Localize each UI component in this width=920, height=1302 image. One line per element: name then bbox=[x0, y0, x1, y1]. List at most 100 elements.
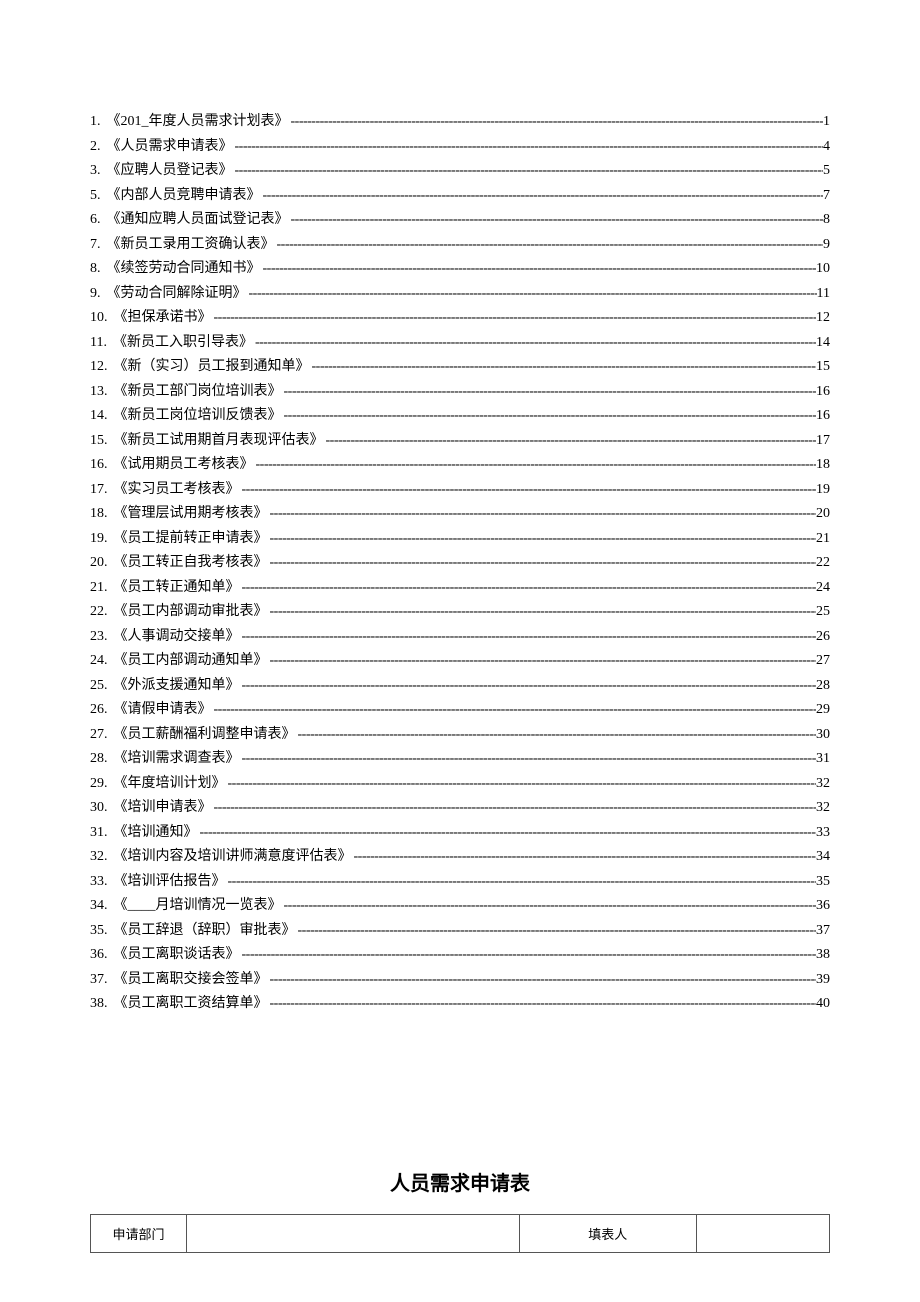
toc-item-number: 37. bbox=[90, 968, 108, 993]
toc-item-number: 32. bbox=[90, 845, 108, 870]
toc-leader-line bbox=[282, 404, 817, 429]
toc-item-page: 22 bbox=[816, 551, 830, 576]
toc-item: 22.《员工内部调动审批表》25 bbox=[90, 600, 830, 625]
toc-leader-line bbox=[240, 576, 817, 601]
toc-leader-line bbox=[268, 992, 817, 1017]
toc-item: 35.《员工辞退（辞职）审批表》37 bbox=[90, 919, 830, 944]
toc-item-number: 20. bbox=[90, 551, 108, 576]
toc-item-page: 28 bbox=[816, 674, 830, 699]
toc-item-page: 34 bbox=[816, 845, 830, 870]
toc-item: 12. 《新（实习）员工报到通知单》 15 bbox=[90, 355, 830, 380]
toc-item-title: 《人员需求申请表》 bbox=[107, 135, 233, 160]
toc-item-number: 12. bbox=[90, 355, 108, 380]
toc-item-number: 3. bbox=[90, 159, 101, 184]
toc-leader-line bbox=[268, 502, 817, 527]
toc-leader-line bbox=[282, 380, 817, 405]
toc-item-title: 《新员工试用期首月表现评估表》 bbox=[114, 429, 324, 454]
toc-item-title: 《培训评估报告》 bbox=[114, 870, 226, 895]
toc-leader-line bbox=[289, 208, 824, 233]
toc-item-title: 《员工转正自我考核表》 bbox=[114, 551, 268, 576]
toc-item-page: 31 bbox=[816, 747, 830, 772]
toc-item-title: 《新员工入职引导表》 bbox=[113, 331, 253, 356]
toc-item-page: 5 bbox=[823, 159, 830, 184]
toc-item-title: 《员工辞退（辞职）审批表》 bbox=[114, 919, 296, 944]
toc-item-number: 19. bbox=[90, 527, 108, 552]
toc-item-title: 《员工转正通知单》 bbox=[114, 576, 240, 601]
toc-item-number: 34. bbox=[90, 894, 108, 919]
toc-item-number: 5. bbox=[90, 184, 101, 209]
toc-item: 8.《续签劳动合同通知书》10 bbox=[90, 257, 830, 282]
toc-leader-line bbox=[310, 355, 817, 380]
toc-item: 3.《应聘人员登记表》5 bbox=[90, 159, 830, 184]
toc-item: 17.《实习员工考核表》19 bbox=[90, 478, 830, 503]
toc-item-title: 《新（实习）员工报到通知单》 bbox=[114, 355, 310, 380]
toc-item-number: 24. bbox=[90, 649, 108, 674]
toc-item-page: 24 bbox=[816, 576, 830, 601]
toc-item: 10.《担保承诺书》12 bbox=[90, 306, 830, 331]
toc-leader-line bbox=[261, 257, 817, 282]
toc-item: 33.《培训评估报告》35 bbox=[90, 870, 830, 895]
toc-leader-line bbox=[240, 478, 817, 503]
toc-item-title: 《员工薪酬福利调整申请表》 bbox=[114, 723, 296, 748]
toc-item-title: 《201_年度人员需求计划表》 bbox=[107, 110, 289, 135]
toc-item-title: 《内部人员竞聘申请表》 bbox=[107, 184, 261, 209]
toc-leader-line bbox=[268, 527, 817, 552]
toc-item: 14. 《新员工岗位培训反馈表》 16 bbox=[90, 404, 830, 429]
toc-item: 11.《新员工入职引导表》14 bbox=[90, 331, 830, 356]
toc-item-title: 《培训申请表》 bbox=[114, 796, 212, 821]
toc-item: 19.《员工提前转正申请表》21 bbox=[90, 527, 830, 552]
toc-item-page: 16 bbox=[816, 404, 830, 429]
toc-item-title: 《年度培训计划》 bbox=[114, 772, 226, 797]
toc-item-title: 《员工内部调动通知单》 bbox=[114, 649, 268, 674]
toc-leader-line bbox=[268, 649, 817, 674]
toc-leader-line bbox=[240, 943, 817, 968]
toc-item-number: 10. bbox=[90, 306, 108, 331]
toc-leader-line bbox=[233, 135, 824, 160]
cell-dept-label: 申请部门 bbox=[91, 1214, 187, 1252]
toc-item: 32. 《培训内容及培训讲师满意度评估表》 34 bbox=[90, 845, 830, 870]
toc-item-number: 17. bbox=[90, 478, 108, 503]
toc-item-page: 11 bbox=[817, 282, 830, 307]
toc-item: 38.《员工离职工资结算单》40 bbox=[90, 992, 830, 1017]
toc-item: 26.《请假申请表》29 bbox=[90, 698, 830, 723]
toc-item-page: 20 bbox=[816, 502, 830, 527]
toc-item: 20. 《员工转正自我考核表》 22 bbox=[90, 551, 830, 576]
toc-item: 7.《新员工录用工资确认表》9 bbox=[90, 233, 830, 258]
toc-leader-line bbox=[253, 331, 816, 356]
toc-leader-line bbox=[240, 625, 817, 650]
toc-item: 24.《员工内部调动通知单》27 bbox=[90, 649, 830, 674]
toc-item-page: 8 bbox=[823, 208, 830, 233]
toc-leader-line bbox=[212, 306, 817, 331]
request-form-table: 申请部门 填表人 bbox=[90, 1214, 830, 1253]
toc-item-number: 27. bbox=[90, 723, 108, 748]
toc-item: 18.《管理层试用期考核表》20 bbox=[90, 502, 830, 527]
toc-item-page: 1 bbox=[823, 110, 830, 135]
toc-item: 9.《劳动合同解除证明》11 bbox=[90, 282, 830, 307]
toc-item-title: 《试用期员工考核表》 bbox=[114, 453, 254, 478]
toc-item-title: 《新员工岗位培训反馈表》 bbox=[114, 404, 282, 429]
toc-item-page: 30 bbox=[816, 723, 830, 748]
toc-leader-line bbox=[296, 919, 817, 944]
toc-item-number: 13. bbox=[90, 380, 108, 405]
toc-item: 21.《员工转正通知单》24 bbox=[90, 576, 830, 601]
toc-item-page: 35 bbox=[816, 870, 830, 895]
toc-item-title: 《新员工部门岗位培训表》 bbox=[114, 380, 282, 405]
toc-item-page: 21 bbox=[816, 527, 830, 552]
toc-item-title: 《培训内容及培训讲师满意度评估表》 bbox=[114, 845, 352, 870]
toc-leader-line bbox=[289, 110, 824, 135]
toc-item-page: 4 bbox=[823, 135, 830, 160]
toc-item-page: 15 bbox=[816, 355, 830, 380]
toc-item-number: 14. bbox=[90, 404, 108, 429]
toc-leader-line bbox=[212, 698, 817, 723]
toc-item-number: 15. bbox=[90, 429, 108, 454]
toc-leader-line bbox=[240, 747, 817, 772]
toc-leader-line bbox=[226, 772, 817, 797]
toc-item: 15.《新员工试用期首月表现评估表》17 bbox=[90, 429, 830, 454]
toc-leader-line bbox=[268, 968, 817, 993]
toc-item-number: 25. bbox=[90, 674, 108, 699]
toc-item-title: 《新员工录用工资确认表》 bbox=[107, 233, 275, 258]
toc-item-title: 《员工内部调动审批表》 bbox=[114, 600, 268, 625]
toc-item: 29.《年度培训计划》32 bbox=[90, 772, 830, 797]
toc-leader-line bbox=[268, 551, 817, 576]
toc-item-page: 25 bbox=[816, 600, 830, 625]
